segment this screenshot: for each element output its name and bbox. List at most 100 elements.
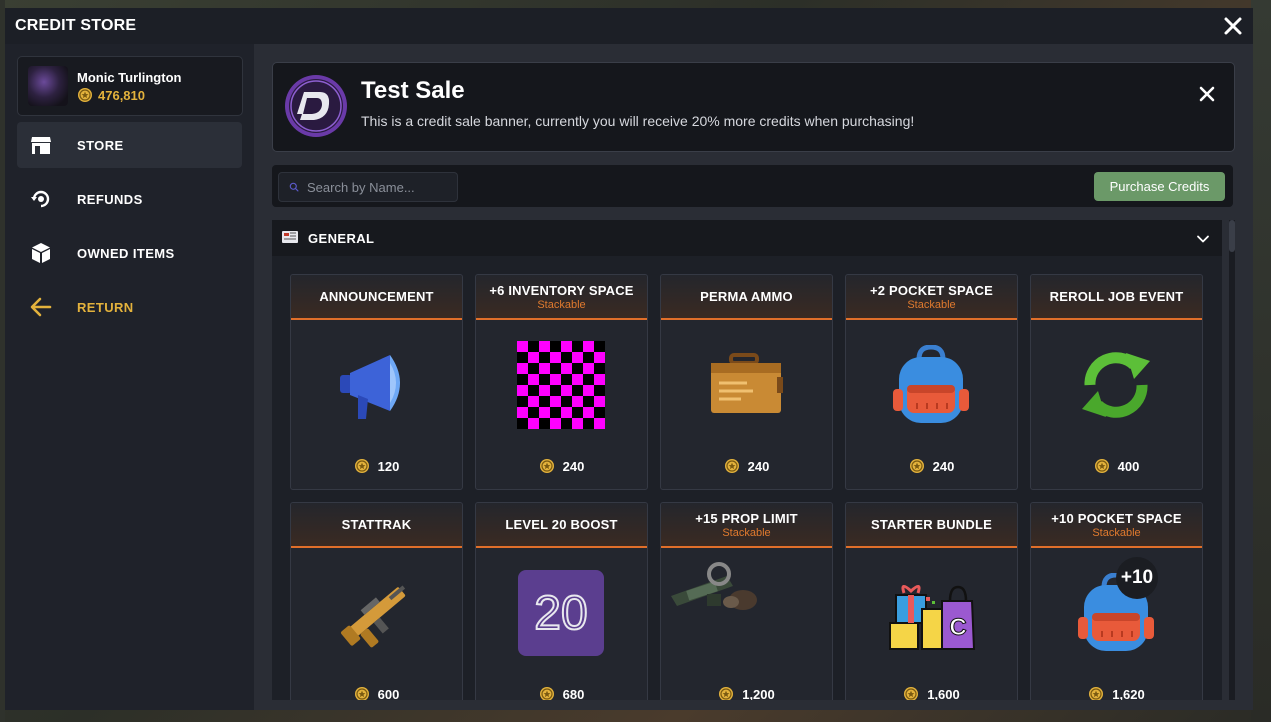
purchase-credits-button[interactable]: Purchase Credits: [1094, 172, 1225, 201]
card-header: +2 POCKET SPACE Stackable: [846, 275, 1017, 320]
nav-return[interactable]: RETURN: [17, 284, 242, 330]
book-icon: [282, 231, 298, 243]
coin-icon: [539, 459, 554, 473]
main-panel: Test Sale This is a credit sale banner, …: [254, 44, 1253, 710]
item-card-level-20-boost[interactable]: LEVEL 20 BOOST 20 680: [475, 502, 648, 700]
item-name: +15 PROP LIMIT: [695, 510, 798, 526]
price-value: 600: [377, 686, 400, 701]
banner-title: Test Sale: [361, 77, 465, 104]
nav-owned-items[interactable]: OWNED ITEMS: [17, 230, 242, 276]
chevron-down-icon: [1197, 235, 1209, 243]
coin-icon: [78, 88, 92, 102]
nav-store[interactable]: STORE: [17, 122, 242, 168]
rifle-icon: [326, 563, 426, 663]
item-price: 1,600: [846, 686, 1017, 700]
nav-return-label: RETURN: [77, 299, 134, 315]
item-card-reroll-job-event[interactable]: REROLL JOB EVENT 400: [1030, 274, 1203, 490]
item-card-pocket-space-2[interactable]: +2 POCKET SPACE Stackable 240: [845, 274, 1018, 490]
item-name: +2 POCKET SPACE: [869, 282, 994, 298]
price-value: 1,600: [927, 686, 960, 701]
arrow-left-icon: [29, 295, 53, 319]
background-right: [1251, 0, 1271, 722]
search-icon: [289, 182, 299, 192]
item-card-inventory-space[interactable]: +6 INVENTORY SPACE Stackable 240: [475, 274, 648, 490]
item-price: 240: [661, 458, 832, 474]
sale-banner: Test Sale This is a credit sale banner, …: [272, 62, 1235, 152]
megaphone-icon: [326, 335, 426, 435]
nav-owned-items-label: OWNED ITEMS: [77, 245, 175, 261]
item-price: 400: [1031, 458, 1202, 474]
item-card-announcement[interactable]: ANNOUNCEMENT 120: [290, 274, 463, 490]
profile-name: Monic Turlington: [77, 70, 182, 85]
coin-icon: [719, 687, 734, 700]
banner-text: This is a credit sale banner, currently …: [361, 113, 915, 129]
level-20-icon: 20: [511, 563, 611, 663]
item-subtitle: Stackable: [722, 526, 771, 539]
card-header: STARTER BUNDLE: [846, 503, 1017, 548]
item-name: ANNOUNCEMENT: [319, 289, 434, 304]
ammo-box-icon: [696, 335, 796, 435]
avatar: [28, 66, 68, 106]
item-name: STATTRAK: [341, 517, 412, 532]
item-name: STARTER BUNDLE: [871, 517, 992, 532]
item-card-perma-ammo[interactable]: PERMA AMMO 240: [660, 274, 833, 490]
price-value: 120: [377, 458, 400, 474]
search-input[interactable]: [307, 179, 457, 195]
item-card-pocket-space-10[interactable]: +10 POCKET SPACE Stackable +10 1,620: [1030, 502, 1203, 700]
badge-text: +10: [1120, 567, 1154, 588]
coin-icon: [539, 687, 554, 700]
coin-icon: [354, 687, 369, 700]
card-header: ANNOUNCEMENT: [291, 275, 462, 320]
price-value: 680: [562, 686, 585, 701]
general-section: GENERAL ANNOUNCEMENT 120 +6 INVENTORY SP…: [272, 220, 1222, 700]
profile-credits: 476,810: [77, 87, 145, 103]
close-banner-button[interactable]: [1194, 81, 1220, 107]
coin-icon: [904, 687, 919, 700]
store-toolbar: Purchase Credits: [272, 165, 1233, 207]
price-value: 240: [747, 458, 770, 474]
close-window-button[interactable]: [1221, 14, 1245, 38]
item-name: PERMA AMMO: [700, 289, 793, 304]
card-header: LEVEL 20 BOOST: [476, 503, 647, 548]
card-header: +15 PROP LIMIT Stackable: [661, 503, 832, 548]
reroll-icon: [1066, 335, 1166, 435]
item-name: +10 POCKET SPACE: [1051, 510, 1182, 526]
backpack-plus-icon: +10: [1066, 557, 1166, 663]
close-icon: [1199, 86, 1215, 102]
item-name: +6 INVENTORY SPACE: [489, 282, 634, 298]
price-value: 240: [562, 458, 585, 474]
item-name: REROLL JOB EVENT: [1049, 289, 1184, 304]
props-icon: [665, 553, 765, 623]
price-value: 1,620: [1112, 686, 1145, 701]
section-title: GENERAL: [308, 231, 375, 246]
coin-icon: [1089, 687, 1104, 700]
item-card-starter-bundle[interactable]: STARTER BUNDLE C 1,600: [845, 502, 1018, 700]
item-subtitle: Stackable: [537, 298, 586, 311]
item-price: 680: [476, 686, 647, 700]
scrollbar-thumb[interactable]: [1229, 220, 1235, 252]
close-icon: [1224, 17, 1242, 35]
backpack-icon: [881, 335, 981, 435]
price-value: 400: [1117, 458, 1140, 474]
item-card-prop-limit[interactable]: +15 PROP LIMIT Stackable 1,200: [660, 502, 833, 700]
title-bar: CREDIT STORE: [5, 8, 1253, 44]
item-price: 120: [291, 458, 462, 474]
item-price: 1,200: [661, 686, 832, 700]
item-subtitle: Stackable: [1092, 526, 1141, 539]
sale-logo-icon: [285, 75, 347, 137]
section-header[interactable]: GENERAL: [272, 220, 1222, 256]
coin-icon: [354, 459, 369, 473]
item-price: 240: [476, 458, 647, 474]
nav-store-label: STORE: [77, 137, 124, 153]
plus-ten-badge: +10: [1116, 557, 1158, 599]
nav-refunds[interactable]: REFUNDS: [17, 176, 242, 222]
refund-icon: [29, 187, 53, 211]
scrollbar[interactable]: [1229, 220, 1235, 700]
card-header: +6 INVENTORY SPACE Stackable: [476, 275, 647, 320]
svg-text:C: C: [949, 614, 966, 641]
credits-value: 476,810: [98, 87, 145, 103]
profile-card: Monic Turlington 476,810: [17, 56, 243, 116]
item-card-stattrak[interactable]: STATTRAK 600: [290, 502, 463, 700]
window-title: CREDIT STORE: [15, 17, 137, 34]
coin-icon: [1094, 459, 1109, 473]
